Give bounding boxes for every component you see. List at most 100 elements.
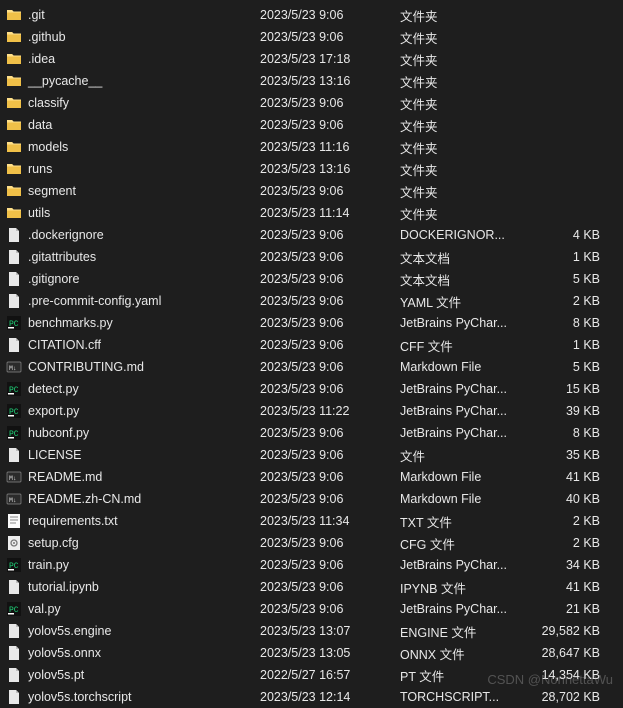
col-size: 2 KB [540, 514, 610, 528]
col-type: TORCHSCRIPT... [400, 690, 540, 704]
file-icon [6, 623, 22, 639]
col-name: .dockerignore [6, 227, 260, 243]
file-name: __pycache__ [28, 74, 102, 88]
file-name: CITATION.cff [28, 338, 101, 352]
file-row[interactable]: PChubconf.py2023/5/23 9:06JetBrains PyCh… [0, 422, 623, 444]
col-date: 2022/5/27 16:57 [260, 668, 400, 682]
file-row[interactable]: utils2023/5/23 11:14文件夹 [0, 202, 623, 224]
col-type: CFG 文件 [400, 534, 540, 553]
file-row[interactable]: data2023/5/23 9:06文件夹 [0, 114, 623, 136]
col-size: 1 KB [540, 250, 610, 264]
col-size: 5 KB [540, 272, 610, 286]
file-row[interactable]: M↓ README.zh-CN.md 2023/5/23 9:06Markdown … [0, 488, 623, 510]
folder-icon [6, 161, 22, 177]
col-date: 2023/5/23 11:16 [260, 140, 400, 154]
col-name: PCexport.py [6, 403, 260, 419]
col-name: models [6, 139, 260, 155]
col-name: CITATION.cff [6, 337, 260, 353]
file-name: segment [28, 184, 76, 198]
file-name: hubconf.py [28, 426, 89, 440]
col-name: tutorial.ipynb [6, 579, 260, 595]
col-size: 1 KB [540, 338, 610, 352]
col-date: 2023/5/23 13:16 [260, 162, 400, 176]
file-row[interactable]: yolov5s.engine2023/5/23 13:07ENGINE 文件29… [0, 620, 623, 642]
file-name: .gitignore [28, 272, 79, 286]
file-name: README.zh-CN.md [28, 492, 141, 506]
pycharm-icon: PC [6, 557, 22, 573]
file-row[interactable]: __pycache__2023/5/23 13:16文件夹 [0, 70, 623, 92]
col-date: 2023/5/23 9:06 [260, 558, 400, 572]
file-row[interactable]: .dockerignore2023/5/23 9:06DOCKERIGNOR..… [0, 224, 623, 246]
col-type: JetBrains PyChar... [400, 404, 540, 418]
file-row[interactable]: .gitignore2023/5/23 9:06文本文档5 KB [0, 268, 623, 290]
col-name: requirements.txt [6, 513, 260, 529]
file-name: README.md [28, 470, 102, 484]
col-type: CFF 文件 [400, 336, 540, 355]
file-row[interactable]: .github2023/5/23 9:06文件夹 [0, 26, 623, 48]
file-row[interactable]: yolov5s.torchscript2023/5/23 12:14TORCHS… [0, 686, 623, 708]
col-type: 文件夹 [400, 28, 540, 47]
file-row[interactable]: segment2023/5/23 9:06文件夹 [0, 180, 623, 202]
col-size: 5 KB [540, 360, 610, 374]
col-name: .pre-commit-config.yaml [6, 293, 260, 309]
col-type: 文件夹 [400, 182, 540, 201]
file-row[interactable]: yolov5s.pt2022/5/27 16:57PT 文件14,354 KB [0, 664, 623, 686]
col-date: 2023/5/23 9:06 [260, 492, 400, 506]
file-row[interactable]: M↓README.md2023/5/23 9:06Markdown File41… [0, 466, 623, 488]
file-row[interactable]: M↓CONTRIBUTING.md2023/5/23 9:06Markdown … [0, 356, 623, 378]
file-row[interactable]: classify2023/5/23 9:06文件夹 [0, 92, 623, 114]
file-row[interactable]: PCbenchmarks.py2023/5/23 9:06JetBrains P… [0, 312, 623, 334]
file-row[interactable]: PCval.py2023/5/23 9:06JetBrains PyChar..… [0, 598, 623, 620]
markdown-icon: M↓ [6, 491, 22, 507]
col-date: 2023/5/23 9:06 [260, 118, 400, 132]
file-row[interactable]: .pre-commit-config.yaml2023/5/23 9:06YAM… [0, 290, 623, 312]
col-type: Markdown File [400, 360, 540, 374]
col-size: 39 KB [540, 404, 610, 418]
col-date: 2023/5/23 9:06 [260, 316, 400, 330]
file-name: yolov5s.onnx [28, 646, 101, 660]
file-row[interactable]: .gitattributes2023/5/23 9:06文本文档1 KB [0, 246, 623, 268]
file-row[interactable]: PCexport.py2023/5/23 11:22JetBrains PyCh… [0, 400, 623, 422]
file-row[interactable]: models2023/5/23 11:16文件夹 [0, 136, 623, 158]
file-row[interactable]: tutorial.ipynb2023/5/23 9:06IPYNB 文件41 K… [0, 576, 623, 598]
pycharm-icon: PC [6, 425, 22, 441]
col-type: JetBrains PyChar... [400, 316, 540, 330]
col-size: 14,354 KB [540, 668, 610, 682]
col-date: 2023/5/23 9:06 [260, 360, 400, 374]
pycharm-icon: PC [6, 403, 22, 419]
file-row[interactable]: yolov5s.onnx2023/5/23 13:05ONNX 文件28,647… [0, 642, 623, 664]
folder-icon [6, 205, 22, 221]
file-row[interactable]: CITATION.cff2023/5/23 9:06CFF 文件1 KB [0, 334, 623, 356]
col-date: 2023/5/23 9:06 [260, 228, 400, 242]
file-icon [6, 271, 22, 287]
file-row[interactable]: .git2023/5/23 9:06文件夹 [0, 4, 623, 26]
file-row[interactable]: PCdetect.py2023/5/23 9:06JetBrains PyCha… [0, 378, 623, 400]
col-date: 2023/5/23 12:14 [260, 690, 400, 704]
col-type: 文件夹 [400, 160, 540, 179]
col-name: M↓CONTRIBUTING.md [6, 359, 260, 375]
col-type: Markdown File [400, 492, 540, 506]
col-date: 2023/5/23 9:06 [260, 580, 400, 594]
file-name: data [28, 118, 52, 132]
col-type: DOCKERIGNOR... [400, 228, 540, 242]
file-row[interactable]: setup.cfg2023/5/23 9:06CFG 文件2 KB [0, 532, 623, 554]
file-row[interactable]: requirements.txt2023/5/23 11:34TXT 文件2 K… [0, 510, 623, 532]
file-row[interactable]: runs2023/5/23 13:16文件夹 [0, 158, 623, 180]
file-row[interactable]: LICENSE2023/5/23 9:06文件35 KB [0, 444, 623, 466]
pycharm-icon: PC [6, 315, 22, 331]
file-name: .gitattributes [28, 250, 96, 264]
markdown-icon: M↓ [6, 359, 22, 375]
col-name: M↓ README.zh-CN.md [6, 491, 260, 507]
col-name: .gitignore [6, 271, 260, 287]
file-icon [6, 227, 22, 243]
col-date: 2023/5/23 9:06 [260, 30, 400, 44]
file-row[interactable]: .idea2023/5/23 17:18文件夹 [0, 48, 623, 70]
col-date: 2023/5/23 11:14 [260, 206, 400, 220]
col-type: YAML 文件 [400, 292, 540, 311]
svg-text:M↓: M↓ [9, 475, 17, 482]
col-name: .idea [6, 51, 260, 67]
file-row[interactable]: PCtrain.py2023/5/23 9:06JetBrains PyChar… [0, 554, 623, 576]
col-size: 41 KB [540, 580, 610, 594]
col-name: segment [6, 183, 260, 199]
col-date: 2023/5/23 9:06 [260, 8, 400, 22]
